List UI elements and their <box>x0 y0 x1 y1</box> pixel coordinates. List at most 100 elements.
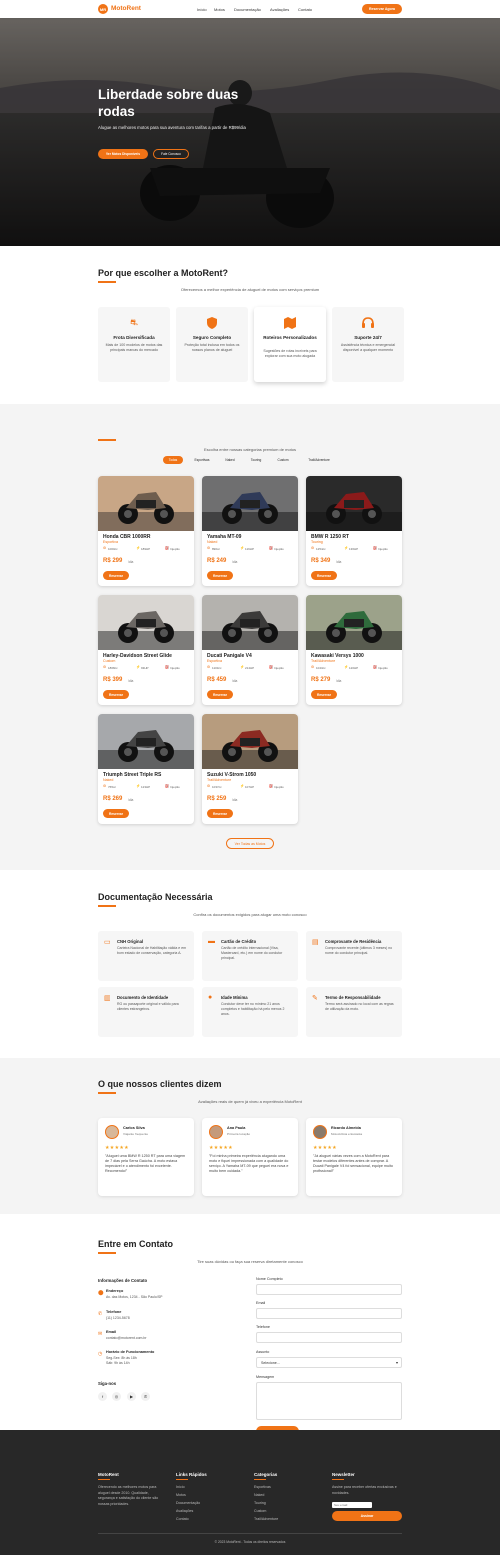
subscribe-button[interactable]: Assinar <box>332 1511 402 1521</box>
reserve-bike-button[interactable]: Reservar <box>207 571 233 580</box>
nav-link-avaliacoes[interactable]: Avaliações <box>270 7 289 12</box>
bike-image <box>202 476 298 531</box>
testimonials-subtitle: Avaliações reais de quem já viveu a expe… <box>198 1099 302 1104</box>
newsletter-title: Newsletter <box>332 1472 355 1477</box>
name-input[interactable] <box>256 1284 402 1295</box>
star-rating: ★★★★★ <box>313 1145 337 1151</box>
price-per-day: /dia <box>128 798 134 802</box>
bike-price: R$ 279 <box>311 677 331 683</box>
email-icon: ✉ <box>98 1331 103 1337</box>
nav-link-contato[interactable]: Contato <box>298 7 312 12</box>
footer-category[interactable]: Touring <box>254 1501 266 1507</box>
fuel-icon: ⛽ <box>269 546 274 550</box>
engine-icon: ⚙ <box>207 546 211 550</box>
filter-esportivas[interactable]: Esportivas <box>189 456 215 464</box>
bike-hp: 123HP <box>141 784 151 789</box>
view-bikes-button[interactable]: Ver Motos Disponíveis <box>98 149 148 159</box>
footer-link[interactable]: Documentação <box>176 1501 200 1507</box>
document-desc: Comprovante recente (últimos 3 meses) no… <box>325 946 393 955</box>
whatsapp-icon[interactable]: ✆ <box>141 1392 150 1401</box>
footer-category[interactable]: Esportivas <box>254 1485 271 1491</box>
document-title: Documento de Identidade <box>117 995 169 1000</box>
testimonial-card: Carlos Silva Viajante frequente ★★★★★ "A… <box>98 1118 194 1196</box>
footer-link[interactable]: Contato <box>176 1517 189 1523</box>
bike-image <box>306 476 402 531</box>
footer-link[interactable]: Motos <box>176 1493 186 1499</box>
motorcycle-icon: ⛐ <box>130 317 138 327</box>
footer-category[interactable]: Custom <box>254 1509 266 1515</box>
footer-category[interactable]: Trail/Adventure <box>254 1517 278 1523</box>
reserve-bike-button[interactable]: Reservar <box>311 571 337 580</box>
engine-icon: ⚙ <box>103 665 107 669</box>
document-desc: Cartão de crédito internacional (Visa, M… <box>221 946 283 960</box>
nav-link-inicio[interactable]: Início <box>197 7 207 12</box>
email-field-label: Email <box>256 1301 266 1305</box>
subject-label: Assunto <box>256 1350 270 1354</box>
filter-naked[interactable]: Naked <box>220 456 240 464</box>
reserve-bike-button[interactable]: Reservar <box>103 690 129 699</box>
bike-fuel: Injeção <box>170 784 180 789</box>
contact-title: Entre em Contato <box>98 1239 174 1249</box>
filter-custom[interactable]: Custom <box>273 456 293 464</box>
footer-cats-title: Categorias <box>254 1472 278 1477</box>
price-per-day: /dia <box>336 679 342 683</box>
phone-input[interactable] <box>256 1332 402 1343</box>
reserve-now-button[interactable]: Reservar Agora <box>362 4 402 14</box>
name-label: Nome Completo <box>256 1277 283 1281</box>
see-all-bikes-button[interactable]: Ver Todas as Motos <box>226 838 274 849</box>
engine-icon: ⚙ <box>103 784 107 788</box>
feature-title: Suporte 24/7 <box>354 335 382 340</box>
engine-icon: ⚙ <box>207 665 211 669</box>
reserve-bike-button[interactable]: Reservar <box>207 690 233 699</box>
contact-us-button[interactable]: Fale Conosco <box>153 149 189 159</box>
copyright: © 2023 MotoRent - Todos os direitos rese… <box>214 1540 286 1544</box>
hero-subtitle: Alugue as melhores motos para sua aventu… <box>98 125 246 130</box>
instagram-icon[interactable]: ◎ <box>112 1392 121 1401</box>
subject-select[interactable]: Selecione... ▾ <box>256 1357 402 1368</box>
hours-saturday: Sáb: 9h às 14h <box>106 1361 130 1365</box>
youtube-icon[interactable]: ▶ <box>127 1392 136 1401</box>
avatar <box>209 1125 223 1139</box>
logo-badge[interactable]: MR <box>98 4 108 14</box>
bike-category: Touring <box>311 540 323 544</box>
shield-icon <box>207 317 217 329</box>
logo-text[interactable]: MotoRent <box>111 5 141 12</box>
nav-link-documentacao[interactable]: Documentação <box>234 7 261 12</box>
filter-all[interactable]: Todas <box>163 456 183 464</box>
bike-image <box>306 595 402 650</box>
bike-price: R$ 269 <box>103 796 123 802</box>
bike-cc: 1000cc <box>108 546 118 551</box>
reserve-bike-button[interactable]: Reservar <box>103 571 129 580</box>
bike-image <box>98 595 194 650</box>
reviewer-role: Viajante frequente <box>123 1132 149 1136</box>
bike-hp: 136HP <box>349 546 359 551</box>
document-title: Idade Mínima <box>221 995 248 1000</box>
reserve-bike-button[interactable]: Reservar <box>103 809 129 818</box>
reserve-bike-button[interactable]: Reservar <box>311 690 337 699</box>
fuel-icon: ⛽ <box>373 665 378 669</box>
footer-category[interactable]: Naked <box>254 1493 264 1499</box>
newsletter-email-input[interactable] <box>332 1502 372 1508</box>
facebook-icon[interactable]: f <box>98 1392 107 1401</box>
message-textarea[interactable] <box>256 1382 402 1420</box>
bike-price: R$ 399 <box>103 677 123 683</box>
filter-trail[interactable]: Trail/Adventure <box>300 456 338 464</box>
nav-link-motos[interactable]: Motos <box>214 7 225 12</box>
feature-title: Seguro Completo <box>192 335 232 340</box>
price-per-day: /dia <box>232 560 238 564</box>
power-icon: ⚡ <box>344 665 349 669</box>
email-value: contato@motorent.com.br <box>106 1336 147 1340</box>
price-per-day: /dia <box>336 560 342 564</box>
email-input[interactable] <box>256 1308 402 1319</box>
credit-card-icon: ▬ <box>208 938 215 945</box>
hours-label: Horário de Funcionamento <box>106 1350 155 1354</box>
price-per-day: /dia <box>232 798 238 802</box>
hero-title: Liberdade sobre duas rodas <box>98 87 239 119</box>
footer-link[interactable]: Início <box>176 1485 185 1491</box>
reserve-bike-button[interactable]: Reservar <box>207 809 233 818</box>
document-card: ▭ CNH Original Carteira Nacional de Habi… <box>98 931 194 981</box>
filter-touring[interactable]: Touring <box>246 456 266 464</box>
footer-link[interactable]: Avaliações <box>176 1509 193 1515</box>
engine-icon: ⚙ <box>103 546 107 550</box>
testimonial-card: Ana Paula Primeira locação ★★★★★ "Foi mi… <box>202 1118 298 1196</box>
